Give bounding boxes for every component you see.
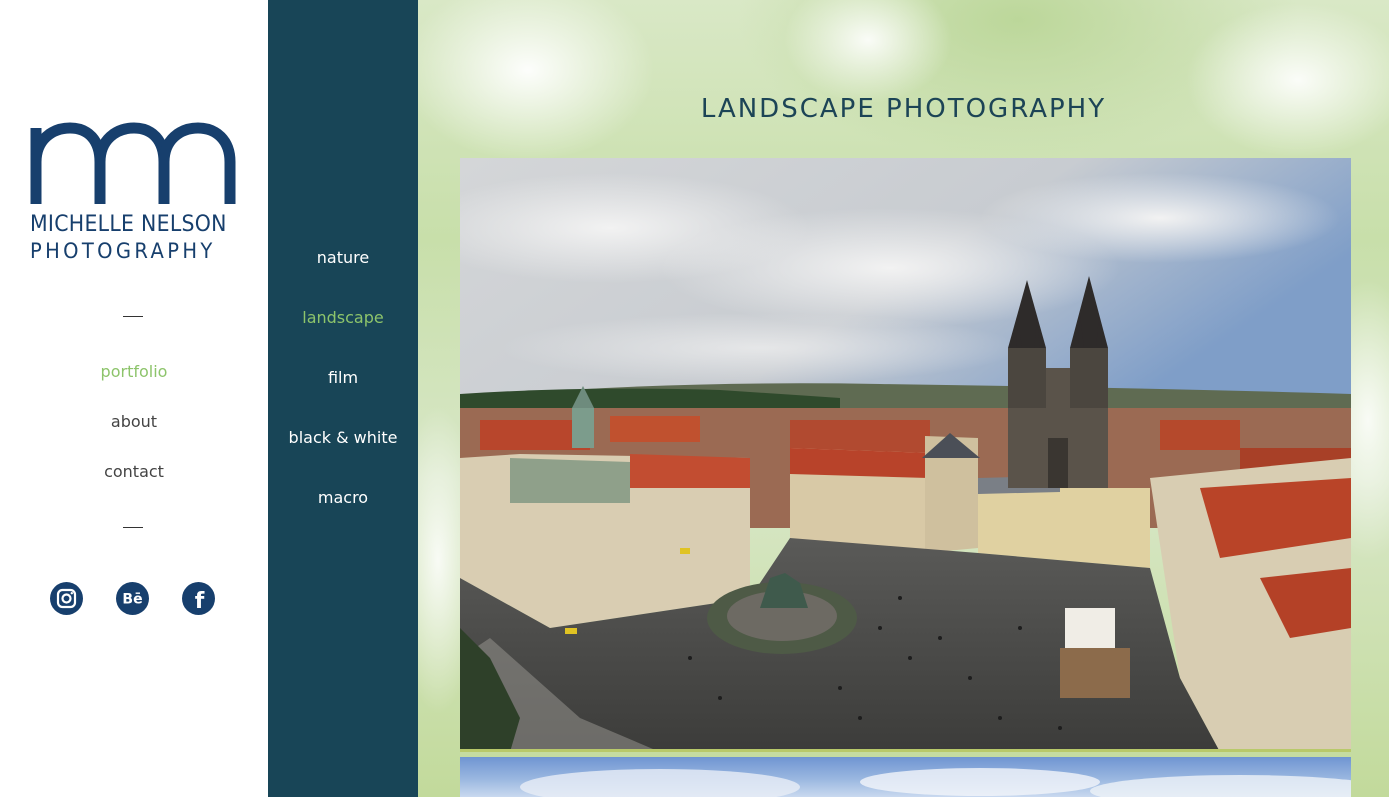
nav-item-portfolio[interactable]: portfolio [0, 362, 268, 381]
category-film[interactable]: film [268, 368, 418, 387]
brand-name: MICHELLE NELSON [30, 212, 227, 237]
svg-text:f: f [195, 589, 205, 614]
portfolio-category-nav: nature landscape film black & white macr… [268, 0, 418, 797]
page-title: LANDSCAPE PHOTOGRAPHY [700, 94, 1107, 124]
behance-icon[interactable]: Bē [116, 582, 149, 615]
category-macro[interactable]: macro [268, 488, 418, 507]
divider-bottom [123, 527, 143, 528]
nav-item-contact[interactable]: contact [0, 462, 268, 481]
category-landscape[interactable]: landscape [268, 308, 418, 327]
gallery-photo-next[interactable] [460, 757, 1351, 797]
nav-item-about[interactable]: about [0, 412, 268, 431]
divider-top [123, 316, 143, 317]
instagram-icon[interactable] [50, 582, 83, 615]
brand-subtitle: PHOTOGRAPHY [30, 239, 216, 263]
social-links: Bē f [50, 582, 220, 616]
photo-city-square [460, 158, 1351, 749]
facebook-icon[interactable]: f [182, 582, 215, 615]
main-content: LANDSCAPE PHOTOGRAPHY [418, 0, 1389, 797]
sidebar: MICHELLE NELSON PHOTOGRAPHY portfolio ab… [0, 0, 268, 797]
mn-logo-mark [30, 122, 236, 204]
gallery-photo[interactable] [460, 158, 1351, 752]
category-black-and-white[interactable]: black & white [268, 428, 418, 447]
photo-sky-partial [520, 768, 1351, 797]
category-nature[interactable]: nature [268, 248, 418, 267]
svg-text:Bē: Bē [122, 592, 142, 608]
brand-logo[interactable]: MICHELLE NELSON PHOTOGRAPHY [30, 122, 238, 264]
